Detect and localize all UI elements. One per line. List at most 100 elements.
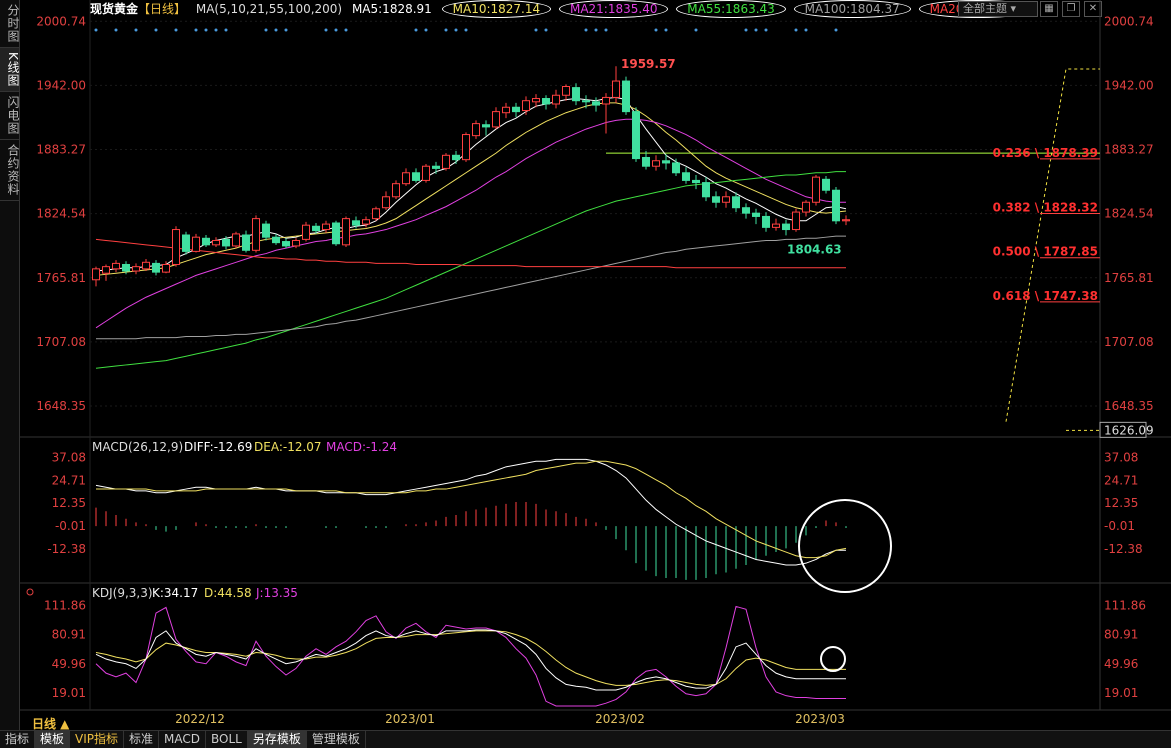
event-marker <box>744 28 748 32</box>
tab-macd[interactable]: MACD <box>159 731 207 748</box>
candle-body <box>712 196 720 203</box>
tab-manage-templates[interactable]: 管理模板 <box>307 731 366 748</box>
macd-y-tick-left: -12.38 <box>47 542 86 556</box>
candle-body <box>142 261 150 270</box>
candle-body <box>392 183 400 198</box>
tab-standard[interactable]: 标准 <box>124 731 160 748</box>
x-tick-label: 2023/01 <box>385 712 435 726</box>
candle-body <box>492 111 500 128</box>
tab-indicators[interactable]: 指标 <box>0 731 36 748</box>
event-marker <box>454 28 458 32</box>
event-marker <box>94 28 98 32</box>
candle-body <box>692 179 700 184</box>
candle-body <box>602 96 610 105</box>
candle-body <box>182 234 190 252</box>
candle-body <box>482 124 490 128</box>
candle-body <box>672 162 680 174</box>
kdj-d-legend: D:44.58 <box>204 586 252 600</box>
event-marker <box>224 28 228 32</box>
macd-y-tick-left: 12.35 <box>52 496 86 510</box>
tab-vip-indicators[interactable]: VIP指标 <box>70 731 125 748</box>
macd-y-tick-right: -0.01 <box>1104 519 1135 533</box>
event-marker <box>154 28 158 32</box>
candle-body <box>382 196 390 209</box>
candle-body <box>762 215 770 228</box>
candle-body <box>662 160 670 164</box>
candle-body <box>432 165 440 169</box>
event-marker <box>654 28 658 32</box>
candle-body <box>682 172 690 181</box>
macd-y-tick-right: 12.35 <box>1104 496 1138 510</box>
macd-dea-legend: DEA:-12.07 <box>254 440 322 454</box>
candle-body <box>842 219 850 222</box>
candle-body <box>702 182 710 198</box>
tab-templates[interactable]: 模板 <box>35 731 71 748</box>
kdj-y-tick-left: 80.91 <box>52 628 86 642</box>
event-marker <box>544 28 548 32</box>
chart-canvas[interactable]: 2000.74 2000.74 1942.00 1942.00 1883.27 1883.… <box>0 0 1171 730</box>
kdj-y-tick-right: 49.96 <box>1104 657 1138 671</box>
ma21-line <box>95 118 846 329</box>
ma10-line <box>95 102 847 276</box>
candle-body <box>462 134 470 161</box>
macd-y-tick-left: 37.08 <box>52 450 86 464</box>
candle-body <box>742 207 750 214</box>
candle-body <box>822 178 830 191</box>
candle-body <box>162 263 170 273</box>
kdj-j-line <box>95 605 846 707</box>
projection-label: 1626.09 <box>1104 423 1154 437</box>
candle-body <box>342 218 350 246</box>
candle-body <box>532 98 540 103</box>
candle-body <box>572 87 580 102</box>
candle-body <box>132 266 140 272</box>
candle-body <box>592 101 600 106</box>
tab-boll[interactable]: BOLL <box>206 731 248 748</box>
fib-level-label: 0.236 \ 1878.39 <box>993 146 1098 160</box>
tab-save-template[interactable]: 另存模板 <box>247 731 307 748</box>
y-tick-label-left: 1648.35 <box>36 399 86 413</box>
kdj-y-tick-left: 49.96 <box>52 657 86 671</box>
event-marker <box>174 28 178 32</box>
y-tick-label-right: 1824.54 <box>1104 207 1154 221</box>
y-tick-label-left: 2000.74 <box>36 14 86 28</box>
macd-value-legend: MACD:-1.24 <box>326 440 397 454</box>
event-marker <box>324 28 328 32</box>
kdj-j-legend: J:13.35 <box>255 586 298 600</box>
event-marker <box>664 28 668 32</box>
fib-level-label: 0.382 \ 1828.32 <box>993 201 1098 215</box>
event-marker <box>834 28 838 32</box>
candle-body <box>782 223 790 231</box>
fib-level-label: 0.500 \ 1787.85 <box>993 245 1098 259</box>
candle-body <box>522 100 530 112</box>
macd-y-tick-left: -0.01 <box>55 519 86 533</box>
candle-body <box>772 223 780 228</box>
event-marker <box>794 28 798 32</box>
event-marker <box>414 28 418 32</box>
settings-dot-icon <box>26 588 34 596</box>
high-annotation: 1959.57 <box>621 57 676 71</box>
candle-body <box>372 208 380 220</box>
candle-body <box>732 196 740 209</box>
highlight-circle <box>798 499 892 593</box>
y-tick-label-left: 1707.08 <box>36 335 86 349</box>
event-marker <box>114 28 118 32</box>
event-marker <box>194 28 198 32</box>
macd-y-tick-right: 24.71 <box>1104 473 1138 487</box>
candle-body <box>832 189 840 222</box>
candle-body <box>472 123 480 137</box>
event-marker <box>464 28 468 32</box>
event-marker <box>764 28 768 32</box>
candle-body <box>242 234 250 251</box>
fib-level-label: 0.618 \ 1747.38 <box>993 289 1098 303</box>
candle-body <box>122 263 130 272</box>
macd-y-tick-left: 24.71 <box>52 473 86 487</box>
candle-body <box>632 111 640 160</box>
candle-body <box>412 172 420 181</box>
candle-body <box>282 241 290 247</box>
low-annotation: 1804.63 <box>787 242 842 256</box>
y-tick-label-left: 1942.00 <box>36 78 86 92</box>
kdj-y-tick-left: 111.86 <box>44 599 86 613</box>
event-marker <box>444 28 448 32</box>
y-tick-label-right: 1883.27 <box>1104 143 1154 157</box>
event-marker <box>274 28 278 32</box>
